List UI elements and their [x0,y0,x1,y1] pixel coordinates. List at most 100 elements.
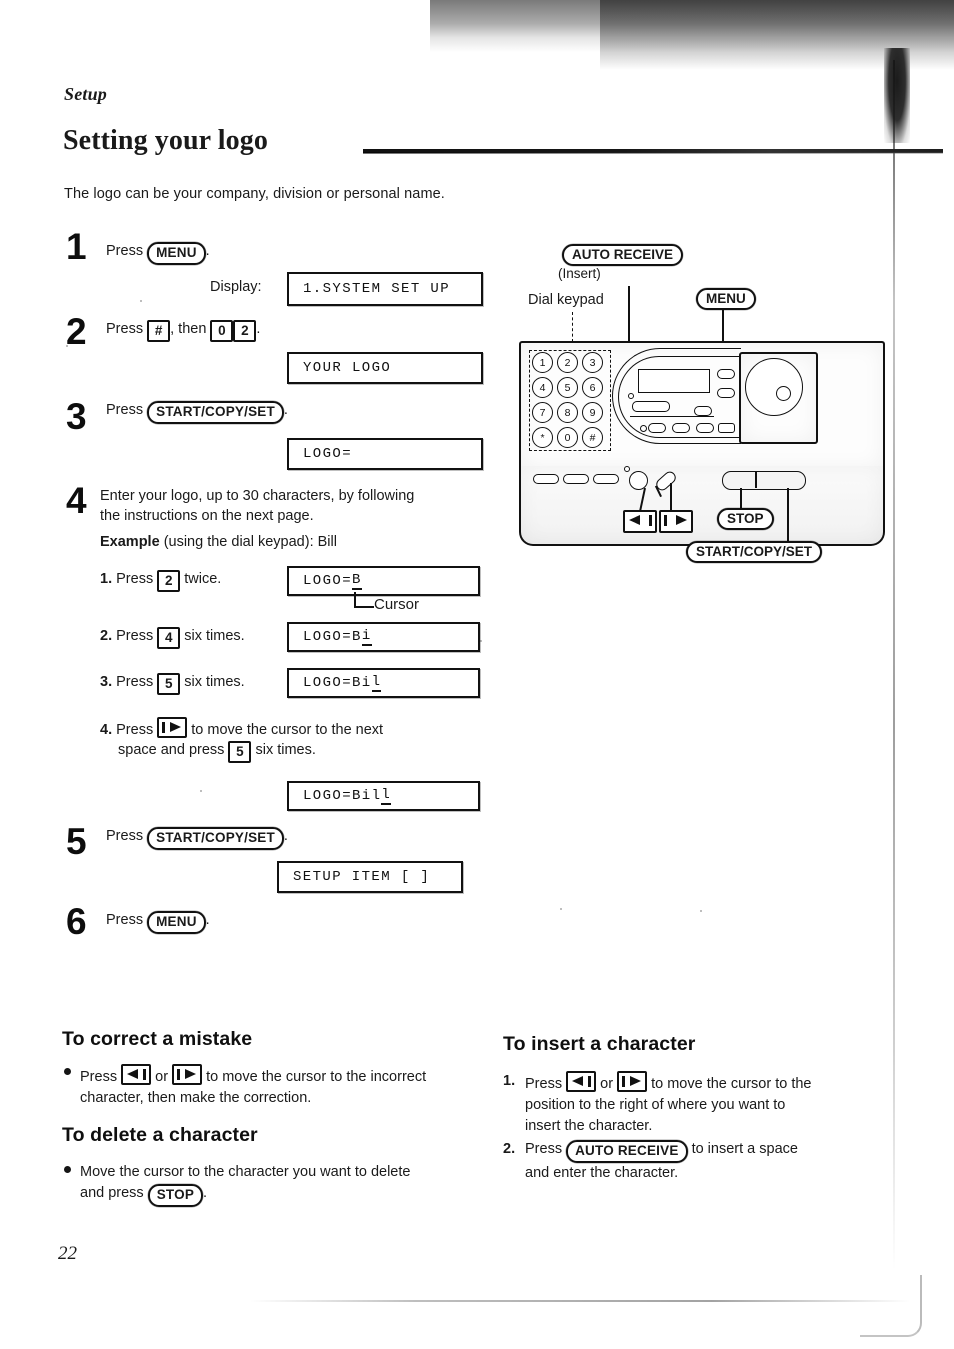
stop-start-divider [755,471,757,488]
lcd-text-sub4: LOGO=Bil [303,788,382,804]
right-arrow-icon-diagram[interactable] [659,510,693,533]
lower-button-3[interactable] [593,474,619,484]
manual-page: Setup Setting your logo The logo can be … [0,0,954,1349]
insert-item-1-num: 1. [503,1073,516,1089]
dial-key-6[interactable]: 6 [582,377,603,398]
display-label-1: Display: [210,279,262,295]
substep-4-num: 4. [100,722,113,738]
substep-2-post: six times. [184,628,245,644]
stop-key-delete[interactable]: STOP [147,1184,204,1207]
dial-key-0[interactable]: 0 [557,427,578,448]
start-copy-set-key-3[interactable]: START/COPY/SET [147,401,284,424]
callout-right-arrow-key[interactable] [659,510,693,534]
title-rule [363,149,943,154]
scan-artifact-blob [884,48,910,143]
cursor-leader [354,592,374,608]
section-heading-correct: To correct a mistake [62,1028,253,1050]
substep-4-press: Press [116,722,154,738]
right-arrow-icon-correct[interactable] [172,1064,203,1085]
callout-menu: MENU [696,288,756,310]
callout-start-copy-set: START/COPY/SET [686,541,823,563]
left-arrow-icon-correct[interactable] [121,1064,152,1085]
step-1-number: 1 [66,226,87,267]
step-3-number: 3 [66,396,87,437]
section-heading-delete: To delete a character [62,1124,258,1146]
dial-key-star[interactable]: * [532,427,553,448]
step-1-text: Press MENU. [106,242,210,265]
step-1-period: . [205,243,210,259]
digit-key-5-sub3[interactable]: 5 [157,673,181,696]
hash-key[interactable]: # [147,320,171,343]
dial-key-5[interactable]: 5 [557,377,578,398]
dial-key-7[interactable]: 7 [532,402,553,423]
dial-key-3[interactable]: 3 [582,352,603,373]
right-arrow-icon-insert[interactable] [617,1071,648,1092]
start-copy-set-key-5[interactable]: START/COPY/SET [147,827,284,850]
example-rest: (using the dial keypad): Bill [163,534,337,550]
step-4-line2: the instructions on the next page. [100,507,314,524]
insert-1-line3: insert the character. [525,1118,653,1135]
lcd-text-sub3: LOGO=Bi [303,675,372,691]
lcd-text-2: YOUR LOGO [303,360,392,376]
digit-key-4-sub2[interactable]: 4 [157,627,181,650]
callout-auto-receive: AUTO RECEIVE [562,244,684,266]
digit-key-2-sub1[interactable]: 2 [157,570,181,593]
scan-edge-bottom [250,1300,910,1302]
step-5-period: . [283,828,288,844]
step-2-text: Press #, then 02. [106,320,261,343]
lcd-display-3: LOGO= [287,438,483,470]
function-button-mid[interactable] [694,406,712,416]
step-2-then: , then [170,321,207,337]
dial-key-2[interactable]: 2 [557,352,578,373]
step-2-period: . [256,321,261,337]
lcd-cursor-sub2: i [361,628,372,646]
digit-key-5-sub4[interactable]: 5 [228,740,252,763]
dial-key-8[interactable]: 8 [557,402,578,423]
right-arrow-icon-sub4[interactable] [157,717,188,738]
step-6-press-label: Press [106,912,144,928]
lower-button-2[interactable] [563,474,589,484]
insert-item-1: 1. Press or to move the cursor to the po… [503,1071,865,1137]
dial-key-9[interactable]: 9 [582,402,603,423]
insert-item-2-num: 2. [503,1141,516,1157]
menu-key[interactable]: MENU [147,242,206,265]
left-arrow-icon-insert[interactable] [566,1071,597,1092]
dial-key-hash[interactable]: # [582,427,603,448]
stop-start-bar[interactable] [722,471,806,490]
volume-dial[interactable] [745,358,803,416]
panel-divider [630,416,714,418]
digit-key-2[interactable]: 2 [233,320,257,343]
scan-corner-bottom-right [860,1275,922,1337]
step-5-press-label: Press [106,828,144,844]
dial-key-4[interactable]: 4 [532,377,553,398]
intro-text: The logo can be your company, division o… [64,186,445,202]
lcd-display-sub2: LOGO=B i [287,622,480,652]
panel-button-3[interactable] [696,423,714,433]
lower-button-1[interactable] [533,474,559,484]
dial-key-1[interactable]: 1 [532,352,553,373]
cradle-hook-button[interactable] [632,401,670,412]
insert-1-or: or [600,1076,614,1092]
example-label: Example [100,534,160,550]
insert-2-line2: and enter the character. [525,1164,679,1181]
callout-auto-receive-sub: (Insert) [558,266,601,281]
callout-left-arrow-key[interactable] [623,510,657,534]
menu-button-upper[interactable] [717,369,735,379]
menu-button-lower[interactable] [717,388,735,398]
auto-receive-key-insert[interactable]: AUTO RECEIVE [566,1140,688,1163]
lcd-display-sub3: LOGO=Bi l [287,668,480,698]
menu-key-6[interactable]: MENU [147,911,206,934]
step-3-text: Press START/COPY/SET. [106,401,288,424]
section-heading-insert: To insert a character [503,1033,696,1055]
volume-dial-knob[interactable] [776,386,791,401]
digit-key-0[interactable]: 0 [210,320,234,343]
panel-button-2[interactable] [672,423,690,433]
step-5-text: Press START/COPY/SET. [106,827,288,850]
panel-button-1[interactable] [648,423,666,433]
page-title-block: Setting your logo [63,125,943,161]
substep-4-line2-pre: space and press [118,741,225,758]
step-4-line1: Enter your logo, up to 30 characters, by… [100,488,415,504]
left-arrow-icon-diagram[interactable] [623,510,657,533]
panel-button-4[interactable] [718,423,735,433]
step-1-press-label: Press [106,243,144,259]
